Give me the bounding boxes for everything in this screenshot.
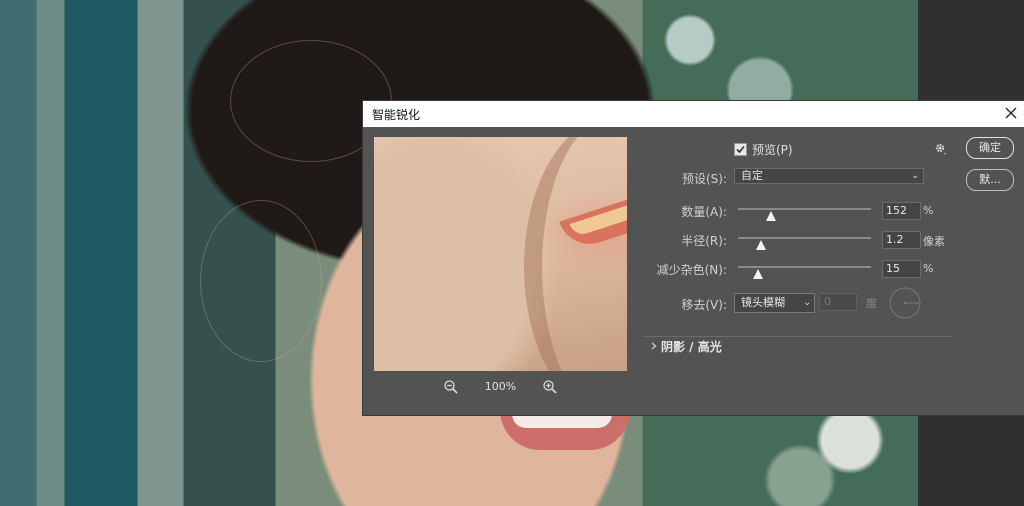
remove-value: 镜头模糊	[741, 296, 785, 309]
radius-input[interactable]: 1.2	[882, 231, 921, 249]
remove-select[interactable]: 镜头模糊 ⌄	[734, 293, 815, 313]
hair-strand	[200, 200, 322, 362]
chevron-down-icon: ⌄	[911, 171, 919, 181]
default-button[interactable]: 默...	[966, 169, 1014, 191]
close-icon[interactable]	[1000, 102, 1022, 124]
amount-slider-track[interactable]	[738, 208, 871, 210]
preset-value: 自定	[741, 169, 763, 182]
angle-input[interactable]: 0	[819, 293, 857, 311]
amount-label: 数量(A):	[681, 205, 727, 219]
ok-button[interactable]: 确定	[966, 137, 1014, 159]
preset-select[interactable]: 自定 ⌄	[734, 168, 924, 184]
radius-slider-thumb[interactable]	[755, 239, 766, 250]
preview-image[interactable]	[374, 137, 627, 371]
shadows-highlights-section[interactable]: 阴影 / 高光	[661, 338, 722, 355]
reduce-noise-input[interactable]: 15	[882, 260, 921, 278]
chevron-down-icon: ⌄	[803, 298, 811, 308]
amount-input[interactable]: 152	[882, 202, 921, 220]
zoom-in-icon[interactable]	[542, 379, 558, 395]
preview-checkbox[interactable]	[734, 143, 747, 156]
photo-teeth	[512, 414, 612, 428]
dialog-title: 智能锐化	[372, 108, 421, 122]
reduce-noise-label: 减少杂色(N):	[656, 263, 727, 277]
chevron-right-icon[interactable]	[647, 339, 661, 353]
section-divider	[643, 336, 952, 337]
zoom-level: 100%	[484, 380, 517, 393]
amount-slider-thumb[interactable]	[766, 210, 777, 221]
angle-dial-icon[interactable]	[889, 287, 921, 319]
gear-icon[interactable]	[933, 141, 949, 157]
radius-unit: 像素	[923, 235, 945, 248]
dialog-titlebar[interactable]: 智能锐化	[363, 101, 1024, 127]
preset-label: 预设(S):	[681, 172, 727, 186]
preview-label: 预览(P)	[752, 143, 793, 157]
radius-label: 半径(R):	[681, 234, 727, 248]
reduce-noise-unit: %	[923, 262, 934, 275]
reduce-noise-slider-thumb[interactable]	[752, 268, 763, 279]
preview-cheek-edge	[524, 137, 627, 371]
remove-label: 移去(V):	[681, 298, 727, 312]
zoom-out-icon[interactable]	[443, 379, 459, 395]
smart-sharpen-dialog: 智能锐化 100% 预览(P) 确定 默... 预设(S): 自定 ⌄ 数量(A…	[363, 101, 1024, 415]
amount-unit: %	[923, 204, 934, 217]
angle-unit: 度	[866, 297, 877, 310]
checkbox-check-icon	[736, 145, 745, 154]
